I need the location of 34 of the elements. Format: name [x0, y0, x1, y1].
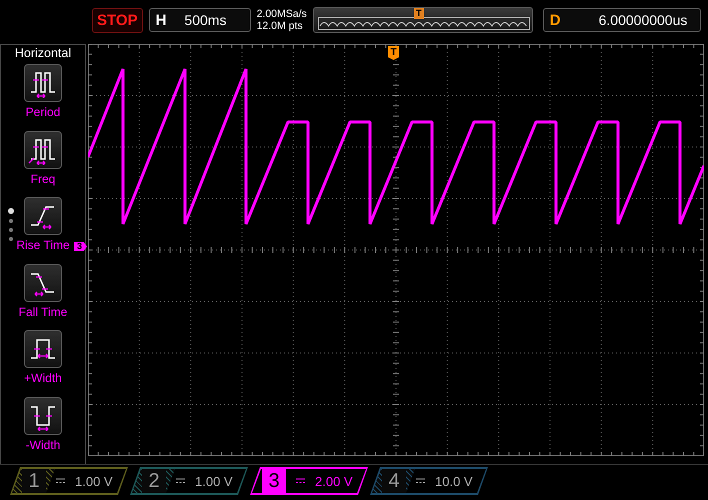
- measure-label: Rise Time: [16, 238, 70, 252]
- dc-coupling-icon: [296, 478, 305, 484]
- delay-field[interactable]: D 6.00000000us: [542, 8, 701, 32]
- memory-depth: 12.0M pts: [256, 20, 304, 32]
- measure-label: Fall Time: [18, 304, 68, 318]
- measure-button[interactable]: [24, 197, 62, 235]
- channel-tab[interactable]: 4 10.0 V: [370, 467, 488, 495]
- measure-label: Period: [26, 105, 60, 119]
- measure-button[interactable]: [24, 264, 62, 302]
- measure-button[interactable]: [24, 330, 62, 368]
- channel-tab[interactable]: 1 1.00 V: [10, 467, 128, 495]
- menu-title: Horizontal: [14, 45, 72, 62]
- overview-wave-icon: [318, 17, 530, 30]
- measure-button[interactable]: [24, 130, 62, 168]
- page-dot[interactable]: [8, 208, 14, 214]
- channel-tab[interactable]: 2 1.00 V: [130, 467, 248, 495]
- measure-label: -Width: [26, 438, 60, 452]
- measure-button[interactable]: [24, 396, 62, 434]
- trigger-position-marker[interactable]: T: [388, 46, 399, 60]
- dc-coupling-icon: [56, 478, 65, 484]
- dc-coupling-icon: [416, 478, 425, 484]
- page-dot[interactable]: [9, 237, 13, 241]
- overview-trigger-marker: T: [414, 8, 424, 19]
- measure-button[interactable]: [24, 64, 62, 102]
- page-dot[interactable]: [9, 219, 13, 223]
- horizontal-scale-field[interactable]: H 500ms: [148, 8, 251, 32]
- measure-label: +Width: [24, 371, 62, 385]
- run-stop-button[interactable]: STOP: [92, 8, 143, 32]
- dc-coupling-icon: [176, 478, 185, 484]
- channel-marker[interactable]: 3: [74, 242, 87, 251]
- page-dot[interactable]: [9, 228, 13, 232]
- channel-tab[interactable]: 3 2.00 V: [250, 467, 368, 495]
- measure-label: Freq: [30, 172, 56, 186]
- sample-rate: 2.00MSa/s: [256, 8, 307, 20]
